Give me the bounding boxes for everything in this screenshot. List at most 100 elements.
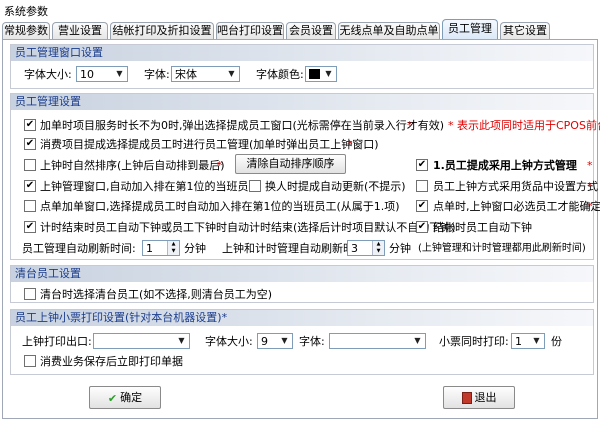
tab-general[interactable]: 常规参数 xyxy=(2,22,50,39)
ticket-print-title: 员工上钟小票打印设置(针对本台机器设置)* xyxy=(11,310,593,326)
minute-unit-label: 分钟 xyxy=(389,242,411,255)
shift-refresh-spinner[interactable]: 3 ▲ ▼ xyxy=(347,240,385,256)
ticket-font-size-value: 9 xyxy=(261,335,268,348)
chevron-down-icon: ▼ xyxy=(325,69,332,78)
service-time-checkbox[interactable]: ✔ xyxy=(24,119,36,131)
tab-staff[interactable]: 员工管理 xyxy=(442,19,498,39)
ticket-font-select[interactable]: ▼ xyxy=(329,333,426,349)
order-auto-first-checkbox[interactable] xyxy=(24,200,36,212)
goods-setting-label: 员工上钟方式采用货品中设置方式 xyxy=(433,180,598,193)
shift-refresh-value: 3 xyxy=(351,242,358,255)
spin-up-icon[interactable]: ▲ xyxy=(168,241,179,248)
spin-down-icon[interactable]: ▼ xyxy=(373,248,384,255)
print-after-save-checkbox[interactable] xyxy=(24,355,36,367)
must-confirm-label: 点单时,上钟窗口必选员工才能确定 xyxy=(433,200,600,213)
auto-refresh-checkbox[interactable] xyxy=(249,180,261,192)
auto-refresh-time-spinner[interactable]: 1 ▲ ▼ xyxy=(142,240,180,256)
chevron-down-icon: ▼ xyxy=(414,336,421,345)
tab-wireless-order[interactable]: 无线点单及自助点单 xyxy=(338,22,440,39)
font-select[interactable]: 宋体 ▼ xyxy=(171,66,240,82)
required-mark: * xyxy=(587,200,593,213)
required-mark: * xyxy=(347,138,353,151)
first-on-duty-label: 上钟管理窗口,自动加入排在第1位的当班员工 xyxy=(40,180,260,193)
print-after-save-label: 消费业务保存后立即打印单据 xyxy=(40,355,183,368)
copies-value: 1 xyxy=(515,335,522,348)
staff-settings-page: 员工管理窗口设置 字体大小: 10 ▼ 字体: 宋体 ▼ 字体颜色: ▼ 员工管… xyxy=(2,39,600,419)
exit-button[interactable]: 退出 xyxy=(443,386,515,409)
tab-business[interactable]: 营业设置 xyxy=(52,22,108,39)
window-title: 系统参数 xyxy=(0,0,600,18)
clear-staff-title: 清台员工设置 xyxy=(11,266,593,282)
required-mark: * xyxy=(587,159,593,172)
tab-checkout-print[interactable]: 结帐打印及折扣设置 xyxy=(110,22,214,39)
spin-down-icon[interactable]: ▼ xyxy=(168,248,179,255)
minute-unit-label: 分钟 xyxy=(184,242,206,255)
ticket-font-size-select[interactable]: 9 ▼ xyxy=(257,333,293,349)
window-settings-group: 员工管理窗口设置 字体大小: 10 ▼ 字体: 宋体 ▼ 字体颜色: ▼ xyxy=(10,44,594,89)
select-on-clear-checkbox[interactable] xyxy=(24,288,36,300)
chevron-down-icon: ▼ xyxy=(116,69,123,78)
consume-select-label: 消费项目提成选择提成员工时进行员工管理(加单时弹出员工上钟窗口) xyxy=(40,138,379,151)
consume-select-checkbox[interactable]: ✔ xyxy=(24,138,36,150)
copies-label: 小票同时打印: xyxy=(439,335,509,348)
ok-button-label: 确定 xyxy=(120,391,143,404)
tab-bar-print[interactable]: 吧台打印设置 xyxy=(216,22,284,39)
clear-sort-button[interactable]: 清除自动排序顺序 xyxy=(235,154,346,174)
select-on-clear-label: 清台时选择清台员工(如不选择,则清台员工为空) xyxy=(40,288,273,301)
timer-end-label: 计时结束时员工自动下钟或员工下钟时自动计时结束(选择后计时项目默认不自动下钟) xyxy=(40,221,456,234)
font-value: 宋体 xyxy=(175,68,197,81)
natural-sort-label: 上钟时自然排序(上钟后自动排到最后) xyxy=(40,159,225,172)
required-mark: * xyxy=(217,159,223,172)
staff-mgmt-group: 员工管理设置 ✔ 加单时项目服务时长不为0时,弹出选择提成员工窗口(光标需停在当… xyxy=(10,93,600,260)
print-port-label: 上钟打印出口: xyxy=(22,335,92,348)
font-size-value: 10 xyxy=(80,68,94,81)
copies-select[interactable]: 1 ▼ xyxy=(511,333,545,349)
font-color-label: 字体颜色: xyxy=(256,68,304,81)
auto-refresh-time-label: 员工管理自动刷新时间: xyxy=(22,242,136,255)
font-size-select[interactable]: 10 ▼ xyxy=(76,66,128,82)
natural-sort-checkbox[interactable] xyxy=(24,159,36,171)
spin-up-icon[interactable]: ▲ xyxy=(373,241,384,248)
shift-mode-label: 1.员工提成采用上钟方式管理 xyxy=(433,159,577,172)
order-auto-first-label: 点单加单窗口,选择提成员工时自动加入排在第1位的当班员工(从属于1.项) xyxy=(40,200,400,213)
ticket-font-size-label: 字体大小: xyxy=(205,335,253,348)
font-size-label: 字体大小: xyxy=(24,68,72,81)
checkout-off-label: 结帐时员工自动下钟 xyxy=(433,221,532,234)
spinner-buttons: ▲ ▼ xyxy=(372,241,384,255)
service-time-label: 加单时项目服务时长不为0时,弹出选择提成员工窗口(光标需停在当前录入行才有效) xyxy=(40,119,445,132)
print-port-select[interactable]: ▼ xyxy=(93,333,190,349)
auto-refresh-commission-label: 换人时提成自动更新(不提示) xyxy=(265,180,406,193)
required-mark: * xyxy=(407,119,413,132)
clear-staff-group: 清台员工设置 清台时选择清台员工(如不选择,则清台员工为空) xyxy=(10,265,594,303)
exit-door-icon xyxy=(461,392,472,404)
required-mark: * xyxy=(587,180,593,193)
cpos-note: * 表示此项同时适用于CPOS前台 xyxy=(448,119,600,132)
color-swatch xyxy=(309,69,320,79)
window-settings-title: 员工管理窗口设置 xyxy=(11,45,593,61)
chevron-down-icon: ▼ xyxy=(533,336,540,345)
shift-refresh-note: (上钟管理和计时管理都用此刷新时间) xyxy=(418,243,586,254)
tab-member[interactable]: 会员设置 xyxy=(286,22,336,39)
copies-unit-label: 份 xyxy=(551,335,562,348)
ok-button[interactable]: ✔ 确定 xyxy=(89,386,161,409)
checkmark-icon: ✔ xyxy=(107,391,118,405)
staff-mgmt-title: 员工管理设置 xyxy=(11,94,593,110)
checkout-off-checkbox[interactable]: ✔ xyxy=(416,221,428,233)
font-label: 字体: xyxy=(144,68,170,81)
spinner-buttons: ▲ ▼ xyxy=(167,241,179,255)
exit-button-label: 退出 xyxy=(474,391,497,404)
tab-other[interactable]: 其它设置 xyxy=(500,22,550,39)
tab-strip: 常规参数 营业设置 结帐打印及折扣设置 吧台打印设置 会员设置 无线点单及自助点… xyxy=(0,19,600,39)
ticket-print-group: 员工上钟小票打印设置(针对本台机器设置)* 上钟打印出口: ▼ 字体大小: 9 … xyxy=(10,309,594,375)
chevron-down-icon: ▼ xyxy=(281,336,288,345)
shift-mode-checkbox[interactable]: ✔ xyxy=(416,159,428,171)
auto-refresh-time-value: 1 xyxy=(146,242,153,255)
first-on-duty-checkbox[interactable]: ✔ xyxy=(24,180,36,192)
goods-setting-checkbox[interactable] xyxy=(416,180,428,192)
timer-end-checkbox[interactable]: ✔ xyxy=(24,221,36,233)
must-confirm-checkbox[interactable]: ✔ xyxy=(416,200,428,212)
chevron-down-icon: ▼ xyxy=(178,336,185,345)
ticket-font-label: 字体: xyxy=(299,335,325,348)
font-color-select[interactable]: ▼ xyxy=(305,66,337,82)
chevron-down-icon: ▼ xyxy=(228,69,235,78)
